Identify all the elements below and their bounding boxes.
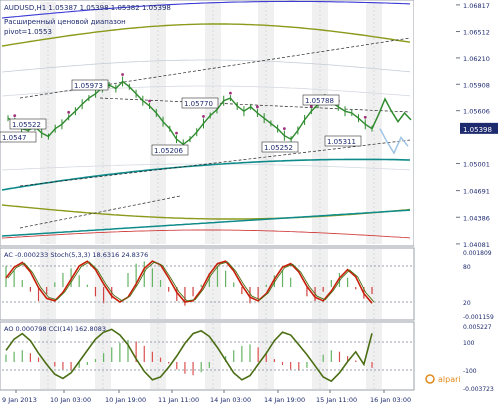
- y-tick-label: 1.04081: [463, 241, 490, 249]
- ac-title: AC -0.000233 Stoch(5,3,3) 18.6316 24.837…: [4, 251, 148, 259]
- price-annotation: 1.05252: [264, 144, 293, 152]
- price-annotation: 1.05522: [12, 121, 41, 129]
- fractal-marker: [175, 131, 178, 135]
- x-tick-label: 14 Jan 19:00: [264, 396, 305, 404]
- ac-y-label: 80: [463, 264, 471, 271]
- chart-window: AUDUSD,H1 1.05387 1.05398 1.05382 1.0539…: [0, 0, 500, 408]
- y-tick-label: 1.06512: [463, 29, 490, 37]
- x-tick-label: 11 Jan 11:00: [158, 396, 199, 404]
- price-annotation: 1.05206: [154, 147, 183, 155]
- price-annotation: 1.05770: [184, 100, 213, 108]
- fractal-marker: [13, 114, 17, 118]
- y-tick-label: 1.05606: [463, 108, 490, 116]
- current-price-label: 1.05398: [463, 126, 492, 134]
- y-tick-label: 1.06817: [463, 2, 490, 10]
- y-tick-label: 1.05908: [463, 81, 490, 89]
- fractal-marker: [229, 91, 232, 95]
- price-annotation: 1.0547: [2, 134, 27, 142]
- fractal-marker: [67, 110, 71, 114]
- session-stripe: [312, 249, 328, 319]
- x-tick-label: 16 Jan 03:00: [370, 396, 411, 404]
- ao-y-label: 0.005227: [463, 324, 492, 331]
- x-tick-label: 9 Jan 2013: [2, 396, 37, 404]
- ac-y-label: -0.001159: [463, 314, 494, 321]
- alpari-watermark: alpari: [438, 375, 461, 384]
- x-tick-label: 14 Jan 03:00: [210, 396, 251, 404]
- fractal-marker: [202, 115, 205, 118]
- session-stripe: [205, 249, 221, 319]
- session-stripe: [366, 249, 382, 319]
- fractal-marker: [282, 127, 286, 131]
- y-tick-label: 1.04386: [463, 214, 490, 222]
- ao-y-label: -0.003723: [463, 386, 494, 393]
- y-tick-label: 1.06210: [463, 55, 490, 63]
- x-tick-label: 10 Jan 03:00: [50, 396, 91, 404]
- pivot-label: pivot=1.0553: [4, 28, 52, 36]
- y-tick-label: 1.04691: [463, 188, 490, 196]
- fractal-marker: [363, 115, 367, 119]
- indicator-title: Расширенный ценовой диапазон: [4, 18, 126, 26]
- price-annotation: 1.05788: [305, 97, 334, 105]
- price-annotation: 1.05973: [74, 82, 103, 90]
- fractal-marker: [148, 99, 151, 103]
- ao-title: AO 0.000798 CCI(14) 162.8083: [4, 325, 106, 333]
- fractal-marker: [256, 105, 259, 109]
- ac-y-label: 0.001809: [463, 250, 492, 257]
- price-annotation: 1.05311: [327, 138, 356, 146]
- chart-svg: AUDUSD,H1 1.05387 1.05398 1.05382 1.0539…: [0, 0, 500, 408]
- ao-y-label: 100: [463, 340, 475, 347]
- x-tick-label: 15 Jan 11:00: [316, 396, 357, 404]
- ao-y-label: -100: [463, 368, 477, 375]
- ac-y-label: 20: [463, 300, 471, 307]
- y-tick-label: 1.05001: [463, 161, 490, 169]
- x-tick-label: 10 Jan 19:00: [105, 396, 146, 404]
- fractal-marker: [121, 73, 124, 76]
- symbol-header: AUDUSD,H1 1.05387 1.05398 1.05382 1.0539…: [4, 4, 171, 12]
- session-stripe: [40, 249, 56, 319]
